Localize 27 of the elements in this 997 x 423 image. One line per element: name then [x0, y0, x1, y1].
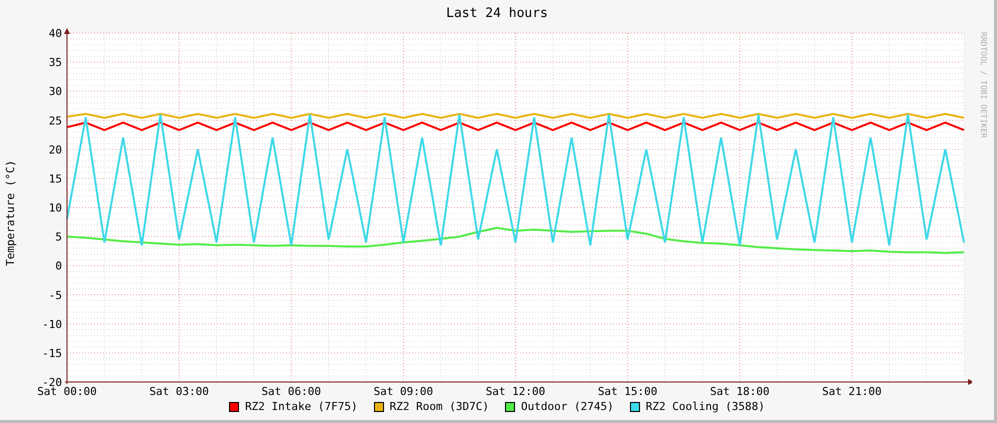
- x-tick-label: Sat 06:00: [261, 385, 321, 398]
- x-tick-label: Sat 15:00: [598, 385, 658, 398]
- y-tick-label: 10: [48, 202, 62, 214]
- y-tick-label: 25: [48, 114, 62, 128]
- x-tick-label: Sat 00:00: [37, 385, 97, 398]
- legend-label: RZ2 Room (3D7C): [390, 399, 489, 415]
- x-tick-label: Sat 12:00: [486, 385, 546, 398]
- y-tick-label: 40: [48, 28, 62, 40]
- legend-label: RZ2 Intake (7F75): [245, 399, 358, 415]
- x-tick-label: Sat 21:00: [822, 385, 882, 398]
- y-tick-label: 20: [48, 143, 62, 156]
- y-tick-label: -15: [42, 346, 62, 360]
- x-tick-label: Sat 03:00: [149, 385, 209, 398]
- y-tick-label: 30: [48, 85, 62, 98]
- y-tick-label: -10: [42, 318, 62, 331]
- y-axis-label: Temperature (°C): [2, 160, 18, 266]
- chart-title: Last 24 hours: [446, 5, 548, 24]
- legend-label: Outdoor (2745): [521, 399, 614, 415]
- credit-text: RRDTOOL / TOBI OETIKER: [978, 32, 990, 138]
- y-tick-label: 35: [48, 56, 62, 70]
- y-tick-label: 0: [55, 260, 62, 273]
- x-tick-label: Sat 09:00: [374, 385, 434, 398]
- y-tick-label: -5: [48, 288, 62, 302]
- y-tick-label: 5: [55, 230, 62, 244]
- y-tick-label: 15: [48, 172, 62, 186]
- x-tick-label: Sat 18:00: [710, 385, 770, 398]
- legend-label: RZ2 Cooling (3588): [646, 399, 765, 415]
